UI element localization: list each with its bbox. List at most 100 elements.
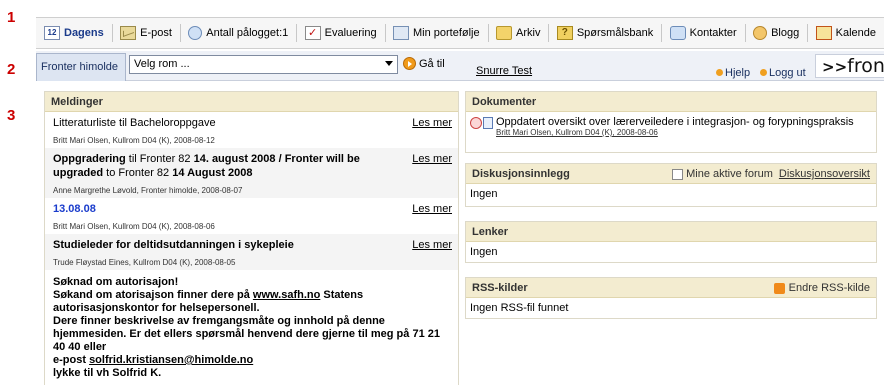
logo-prefix: >>	[822, 58, 848, 76]
discussion-title: Diskusjonsinnlegg	[472, 168, 570, 180]
title-part: to Fronter 82	[103, 167, 173, 179]
toolbar-item-evaluering[interactable]: ✓ Evaluering	[297, 22, 385, 44]
toolbar-label-kalender: Kalende	[835, 27, 876, 39]
new-item-icon	[470, 117, 482, 129]
body-line: lykke til vh Solfrid K.	[53, 367, 162, 379]
body-line: Søkand om atorisajson finner dere på www…	[53, 289, 450, 302]
tab-fronter-himolde[interactable]: Fronter himolde	[36, 53, 126, 81]
go-arrow-icon	[403, 57, 416, 70]
body-line: autorisasjonskontor for helsepersonell.	[53, 302, 260, 314]
toolbar-item-arkiv[interactable]: Arkiv	[488, 22, 548, 44]
toolbar-item-e-post[interactable]: E-post	[112, 22, 180, 44]
links-title: Lenker	[466, 222, 876, 242]
active-forum-checkbox[interactable]	[672, 168, 684, 180]
links-empty: Ingen	[470, 246, 498, 258]
bullet-icon	[760, 69, 767, 76]
document-meta: Britt Mari Olsen, Kullrom D04 (K), 2008-…	[496, 128, 658, 137]
messages-title: Meldinger	[45, 92, 458, 112]
rss-icon	[773, 282, 785, 294]
toolbar-item-dagens[interactable]: 12 Dagens	[36, 22, 112, 44]
document-text: Oppdatert oversikt over lærerveiledere i…	[496, 116, 854, 137]
message-title[interactable]: 13.08.08	[53, 202, 450, 216]
help-link[interactable]: Hjelp	[716, 67, 750, 79]
documents-body: Oppdatert oversikt over lærerveiledere i…	[466, 112, 876, 141]
title-part: 14 August 2008	[172, 167, 253, 179]
rss-header: RSS-kilder Endre RSS-kilde	[466, 278, 876, 298]
rss-panel: RSS-kilder Endre RSS-kilde Ingen RSS-fil…	[465, 277, 877, 319]
body-line: hjemmesiden. Er det ellers spørsmål henv…	[53, 328, 440, 340]
rss-empty: Ingen RSS-fil funnet	[470, 302, 569, 314]
active-forum-label: Mine aktive forum	[686, 168, 773, 180]
toolbar-item-kalender[interactable]: Kalende	[808, 22, 884, 44]
question-icon: ?	[556, 26, 573, 40]
discussion-empty: Ingen	[470, 188, 498, 200]
message-meta: Trude Fløystad Eines, Kullrom D04 (K), 2…	[53, 258, 236, 267]
discussion-header: Diskusjonsinnlegg Mine aktive forum Disk…	[466, 164, 876, 184]
main-toolbar: 12 Dagens E-post Antall pålogget:1 ✓ Eva…	[36, 17, 884, 49]
users-online-icon	[188, 26, 203, 40]
links-panel: Lenker Ingen	[465, 221, 877, 263]
room-select[interactable]: Velg rom ...	[129, 55, 398, 74]
toolbar-label-sporsmalsbank: Spørsmålsbank	[576, 27, 654, 39]
message-item: Studieleder for deltidsutdanningen i syk…	[45, 234, 458, 270]
toolbar-label-evaluering: Evaluering	[324, 27, 377, 39]
contacts-icon	[669, 26, 686, 40]
read-more-link[interactable]: Les mer	[412, 117, 452, 129]
room-bar: Fronter himolde Velg rom ... Gå til Snur…	[36, 51, 884, 81]
body-text: Statens	[320, 289, 364, 301]
message-meta: Britt Mari Olsen, Kullrom D04 (K), 2008-…	[53, 222, 215, 231]
room-select-value: Velg rom ...	[134, 58, 190, 70]
folder-icon	[496, 26, 512, 40]
toolbar-item-sporsmalsbank[interactable]: ? Spørsmålsbank	[549, 22, 661, 44]
read-more-link[interactable]: Les mer	[412, 239, 452, 251]
toolbar-item-blogg[interactable]: Blogg	[745, 22, 807, 44]
message-body: Søknad om autorisajon! Søkand om atorisa…	[45, 270, 458, 385]
toolbar-label-kontakter: Kontakter	[689, 27, 737, 39]
message-title[interactable]: Studieleder for deltidsutdanningen i syk…	[53, 238, 450, 252]
message-item: 13.08.08 Les mer Britt Mari Olsen, Kullr…	[45, 198, 458, 234]
discussion-overview-link[interactable]: Diskusjonsoversikt	[779, 168, 870, 180]
body-line: 40 40 eller	[53, 341, 107, 353]
toolbar-item-kontakter[interactable]: Kontakter	[662, 22, 745, 44]
message-title[interactable]: Oppgradering til Fronter 82 14. august 2…	[53, 152, 450, 180]
message-meta: Britt Mari Olsen, Kullrom D04 (K), 2008-…	[53, 136, 215, 145]
help-label: Hjelp	[725, 67, 751, 79]
logo-text: fronte	[847, 55, 884, 77]
logout-link[interactable]: Logg ut	[760, 67, 806, 79]
discussion-panel: Diskusjonsinnlegg Mine aktive forum Disk…	[465, 163, 877, 207]
goto-button[interactable]: Gå til	[403, 57, 445, 70]
title-part: Oppgradering	[53, 153, 126, 165]
safh-link[interactable]: www.safh.no	[253, 289, 320, 301]
toolbar-item-portfolio[interactable]: Min portefølje	[385, 22, 488, 44]
read-more-link[interactable]: Les mer	[412, 203, 452, 215]
body-line: Søknad om autorisajon!	[53, 276, 179, 288]
read-more-link[interactable]: Les mer	[412, 153, 452, 165]
toolbar-label-portfolio: Min portefølje	[412, 27, 480, 39]
rss-edit-link[interactable]: Endre RSS-kilde	[773, 282, 870, 294]
rss-edit-label: Endre RSS-kilde	[788, 282, 870, 294]
toolbar-label-e-post: E-post	[140, 27, 172, 39]
toolbar-label-online: Antall pålogget:1	[206, 27, 289, 39]
rss-title: RSS-kilder	[472, 282, 528, 294]
logout-label: Logg ut	[769, 67, 806, 79]
messages-panel: Meldinger Litteraturliste til Bachelorop…	[44, 91, 459, 385]
body-text: e-post	[53, 354, 90, 366]
body-line: Dere finner beskrivelse av fremgangsmåte…	[53, 315, 385, 327]
toolbar-label-arkiv: Arkiv	[516, 27, 541, 39]
toolbar-item-online[interactable]: Antall pålogget:1	[180, 22, 296, 44]
toolbar-label-blogg: Blogg	[771, 27, 800, 39]
email-link[interactable]: solfrid.kristiansen@himolde.no	[89, 354, 253, 366]
message-title[interactable]: Litteraturliste til Bacheloroppgave	[53, 116, 450, 130]
message-item: Litteraturliste til Bacheloroppgave Les …	[45, 112, 458, 148]
checkbox-icon: ✓	[304, 26, 321, 40]
user-link[interactable]: Snurre Test	[476, 65, 532, 77]
toolbar-label-dagens: Dagens	[64, 27, 104, 39]
document-title[interactable]: Oppdatert oversikt over lærerveiledere i…	[496, 116, 854, 128]
documents-panel: Dokumenter Oppdatert oversikt over lærer…	[465, 91, 877, 153]
document-item[interactable]: Oppdatert oversikt over lærerveiledere i…	[470, 116, 872, 137]
marker-1: 1	[7, 9, 16, 26]
document-icon	[483, 117, 493, 129]
message-meta: Anne Margrethe Løvold, Fronter himolde, …	[53, 186, 243, 195]
mail-icon	[120, 26, 137, 40]
body-text: Søkand om atorisajson finner dere på	[53, 289, 253, 301]
